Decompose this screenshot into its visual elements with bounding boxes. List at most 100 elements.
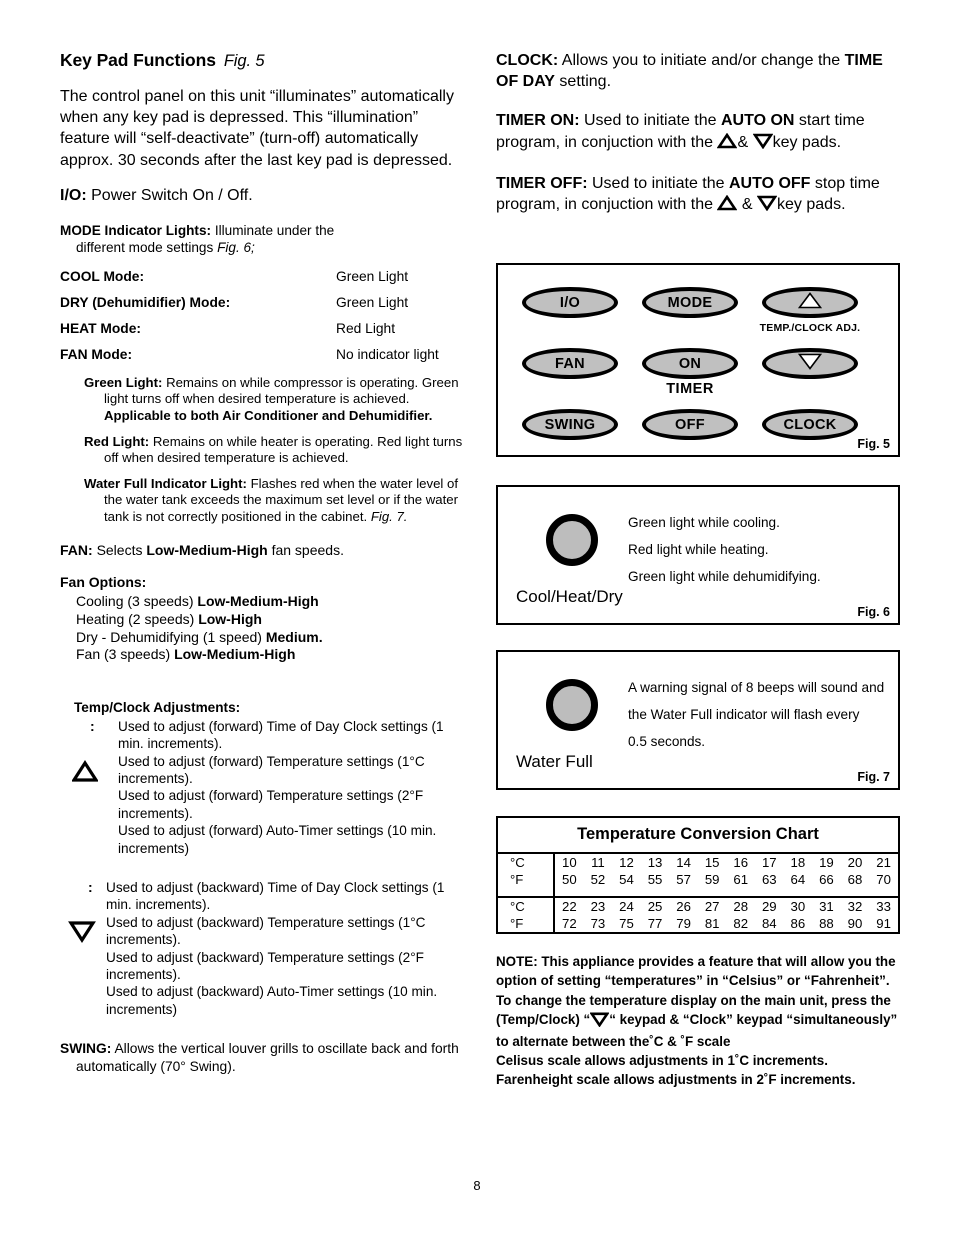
mode-heading-figref: Fig. 6; — [217, 240, 255, 256]
timer-on-label: TIMER ON: — [496, 112, 580, 130]
timer-off-text-3: key pads. — [777, 196, 846, 214]
timer-off-label: TIMER OFF: — [496, 174, 588, 192]
note-line: Celisus scale allows adjustments in 1˚C … — [496, 1053, 828, 1069]
keypad-button-down[interactable] — [762, 348, 858, 380]
clock-label: CLOCK: — [496, 52, 559, 69]
cell: 70 — [876, 872, 891, 888]
keypad-button-io[interactable]: I/O — [522, 287, 618, 319]
green-light-block: Green Light: Remains on while compressor… — [60, 375, 470, 425]
io-text: Power Switch On / Off. — [91, 186, 253, 204]
triangle-down-icon — [589, 1012, 610, 1032]
cell: 23 — [590, 899, 606, 915]
red-light-block: Red Light: Remains on while heater is op… — [60, 434, 470, 467]
cell: 12 — [619, 855, 634, 871]
cell: 68 — [847, 872, 863, 888]
keypad-button-timer-on[interactable]: ON — [642, 348, 738, 380]
cell: 33 — [876, 899, 891, 915]
keypad-button-fan[interactable]: FAN — [522, 348, 618, 380]
triangle-down-icon — [756, 195, 778, 217]
keypad-button-timer-off[interactable]: OFF — [642, 409, 738, 441]
row-unit-label: °C — [498, 854, 556, 872]
fig6-line: Green light while dehumidifying. — [628, 569, 821, 585]
triangle-down-icon — [752, 133, 774, 155]
keypad-button-label: MODE — [667, 294, 713, 311]
cell: 11 — [591, 855, 605, 871]
keypad-button-swing[interactable]: SWING — [522, 409, 618, 441]
adjust-up-line: Used to adjust (forward) Auto-Timer sett… — [118, 823, 437, 856]
note-line: option of setting “temperatures” in “Cel… — [496, 973, 890, 989]
timer-caption: TIMER — [666, 381, 714, 398]
mode-label: DRY (Dehumidifier) Mode: — [60, 294, 231, 310]
green-light-label: Green Light: — [84, 374, 163, 390]
cell: 20 — [847, 855, 863, 871]
cell: 90 — [847, 916, 863, 932]
timer-off-bold: AUTO OFF — [728, 174, 811, 192]
page-number: 8 — [473, 1178, 481, 1193]
fig6-line: Green light while cooling. — [628, 515, 780, 531]
cell: 91 — [876, 916, 891, 932]
keypad-button-clock[interactable]: CLOCK — [762, 409, 858, 441]
cell: 13 — [647, 855, 663, 871]
cell: 72 — [562, 916, 577, 932]
swing-text: Allows the vertical louver grills to osc… — [76, 1041, 459, 1074]
temp-chart-table: °C 10 11 12 13 14 15 16 17 18 19 20 21 °… — [498, 854, 898, 933]
fig5-caption: Fig. 5 — [857, 437, 890, 452]
fan-text-1: Selects — [96, 541, 147, 558]
adjust-up-colon: : — [90, 717, 95, 734]
cell: 28 — [733, 899, 749, 915]
adjust-down-group: : Used to adjust (backward) Time of Day … — [60, 879, 470, 1018]
cell: 30 — [790, 899, 806, 915]
adjust-down-line: Used to adjust (backward) Auto-Timer set… — [106, 984, 438, 1017]
mode-label: HEAT Mode: — [60, 320, 141, 336]
cell: 77 — [647, 916, 663, 932]
cell: 24 — [619, 899, 634, 915]
water-full-light-dot — [546, 679, 598, 732]
manual-page: Key Pad Functions Fig. 5 The control pane… — [0, 0, 954, 1235]
keypad-button-label: I/O — [559, 294, 581, 311]
cell: 10 — [562, 855, 577, 871]
cell: 86 — [790, 916, 806, 932]
triangle-down-icon — [797, 353, 823, 374]
keypad-button-label: FAN — [555, 355, 585, 372]
swing-label: SWING: — [60, 1041, 112, 1057]
fan-paragraph: FAN: Selects Low-Medium-High fan speeds. — [60, 542, 470, 559]
cell: 52 — [590, 872, 606, 888]
note-line: to alternate between the˚C & ˚F scale — [496, 1034, 731, 1050]
cell: 16 — [733, 855, 749, 871]
cell: 50 — [562, 872, 577, 888]
page-title-text: Key Pad Functions — [60, 50, 216, 70]
triangle-up-icon — [717, 194, 738, 217]
fig7-line: the Water Full indicator will flash ever… — [628, 707, 860, 723]
timer-off-amp: & — [741, 196, 753, 214]
fan-option-bold: Low-Medium-High — [197, 593, 319, 610]
cell: 88 — [819, 916, 834, 932]
fan-option-item: Fan (3 speeds) Low-Medium-High — [60, 646, 470, 664]
intro-paragraph: The control panel on this unit “illumina… — [60, 88, 454, 169]
fig5-keypad-diagram: I/O MODE FAN ON SWING OFF CLOCK TEMP./CL… — [496, 263, 900, 458]
keypad-button-mode[interactable]: MODE — [642, 287, 738, 319]
keypad-button-label: CLOCK — [783, 416, 837, 433]
cell: 17 — [761, 855, 777, 871]
adjust-down-line: Used to adjust (backward) Temperature se… — [106, 949, 424, 983]
note-line: To change the temperature display on the… — [496, 992, 891, 1008]
table-row: °F 50 52 54 55 57 59 61 63 64 66 68 70 — [498, 871, 898, 889]
cell: 27 — [704, 899, 720, 915]
cell: 29 — [761, 899, 777, 915]
fig7-line: A warning signal of 8 beeps will sound a… — [628, 680, 885, 696]
fig6-description: Green light while cooling. Red light whi… — [628, 509, 821, 590]
keypad-button-up[interactable] — [762, 287, 858, 319]
mode-value: No indicator light — [336, 346, 439, 362]
mode-label: FAN Mode: — [60, 346, 133, 362]
cell: 26 — [676, 899, 691, 915]
note-block: NOTE: This appliance provides a feature … — [496, 952, 900, 1089]
keypad-button-label: OFF — [675, 416, 705, 433]
fan-option-item: Heating (2 speeds) Low-High — [60, 611, 470, 629]
fig6-indicator-caption: Cool/Heat/Dry — [516, 587, 623, 607]
io-paragraph: I/O: Power Switch On / Off. — [60, 185, 470, 206]
cell: 63 — [761, 872, 777, 888]
table-row: °C 10 11 12 13 14 15 16 17 18 19 20 21 — [498, 854, 898, 872]
water-full-label: Water Full Indicator Light: — [84, 475, 247, 491]
fan-label: FAN: — [60, 541, 93, 558]
page-title-figref: Fig. 5 — [223, 52, 265, 70]
cell: 18 — [790, 855, 806, 871]
